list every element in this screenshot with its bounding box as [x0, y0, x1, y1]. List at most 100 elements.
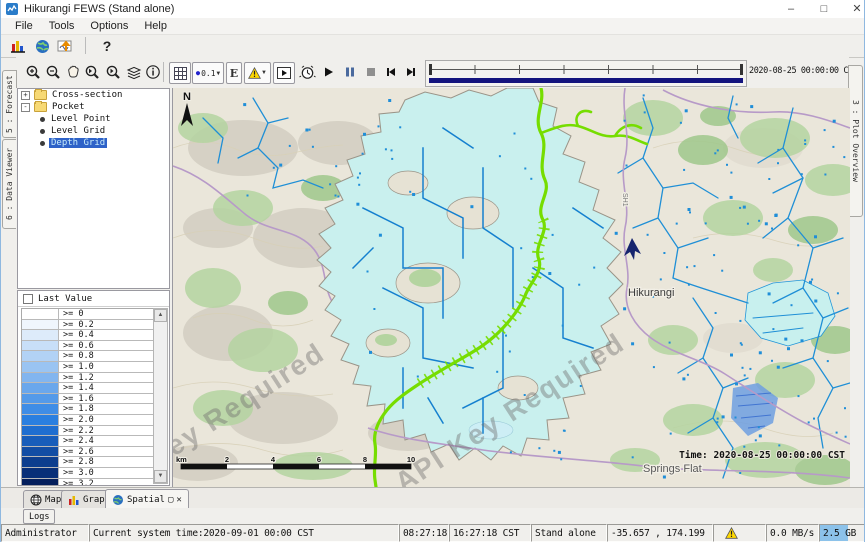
last-value-checkbox[interactable]: [23, 294, 33, 304]
label-display-button[interactable]: E: [226, 62, 242, 84]
contour-interval-dropdown[interactable]: ●0.1▼: [192, 62, 224, 84]
legend-row[interactable]: >= 1.8: [22, 404, 154, 415]
step-forward-button[interactable]: [401, 62, 421, 82]
legend-row[interactable]: >= 0.2: [22, 320, 154, 331]
legend-color-swatch: [22, 351, 59, 361]
tree-item-depth-grid[interactable]: Depth Grid: [18, 137, 169, 149]
stop-button[interactable]: [361, 62, 381, 82]
minimize-button[interactable]: –: [776, 0, 806, 18]
warning-dropdown[interactable]: ▼: [244, 62, 271, 84]
legend-row[interactable]: >= 1.6: [22, 394, 154, 405]
title-bar: Hikurangi FEWS (Stand alone) – □ ✕: [1, 0, 864, 19]
legend-row-label: >= 0: [59, 309, 154, 319]
tree-item-label: Cross-section: [50, 90, 124, 100]
town-label: Hikurangi: [628, 287, 674, 299]
legend-row[interactable]: >= 0.8: [22, 351, 154, 362]
tree-item-cross-section[interactable]: + Cross-section: [18, 89, 169, 101]
scroll-up-icon[interactable]: ▲: [154, 309, 167, 322]
folder-icon: [34, 102, 47, 112]
legend-row[interactable]: >= 2.8: [22, 457, 154, 468]
menu-file[interactable]: File: [7, 20, 41, 32]
legend-row[interactable]: >= 2.2: [22, 426, 154, 437]
legend-table: >= 0>= 0.2>= 0.4>= 0.6>= 0.8>= 1.0>= 1.2…: [21, 308, 154, 485]
wireframe-globe-icon: [30, 494, 42, 506]
legend-row[interactable]: >= 1.0: [22, 362, 154, 373]
play-button[interactable]: [319, 62, 339, 82]
tab-data-viewer[interactable]: 6 : Data Viewer: [2, 139, 17, 229]
close-button[interactable]: ✕: [842, 0, 865, 18]
svg-text:6: 6: [317, 455, 321, 464]
animation-movie-button[interactable]: [273, 62, 295, 84]
timeline-end-handle[interactable]: [740, 64, 743, 75]
database-chart-icon[interactable]: [8, 36, 28, 56]
zoom-out-icon[interactable]: [43, 62, 63, 82]
layer-tree: + Cross-section-PocketLevel PointLevel Gr…: [17, 88, 170, 289]
tree-item-level-grid[interactable]: Level Grid: [18, 125, 169, 137]
tree-item-level-point[interactable]: Level Point: [18, 113, 169, 125]
timeline-slider[interactable]: [425, 60, 747, 87]
zoom-previous-icon[interactable]: [82, 62, 102, 82]
legend-color-swatch: [22, 309, 59, 319]
legend-row[interactable]: >= 2.4: [22, 436, 154, 447]
legend-row[interactable]: >= 3.2: [22, 479, 154, 487]
legend-row-label: >= 2.6: [59, 447, 154, 457]
grid-display-button[interactable]: [169, 62, 191, 84]
legend-color-swatch: [22, 320, 59, 330]
status-coordinates: -35.657 , 174.199: [607, 524, 713, 542]
tree-item-pocket[interactable]: -Pocket: [18, 101, 169, 113]
tab-close-icon[interactable]: ✕: [176, 495, 181, 505]
legend-row[interactable]: >= 0.4: [22, 330, 154, 341]
legend-row-label: >= 0.8: [59, 351, 154, 361]
window-title: Hikurangi FEWS (Stand alone): [24, 3, 174, 15]
pause-button[interactable]: [340, 62, 360, 82]
map-canvas[interactable]: API Key Required API Key Required Hikura…: [172, 88, 850, 487]
tab-spatial[interactable]: Spatial ▢ ✕: [105, 489, 189, 509]
menu-tools[interactable]: Tools: [41, 20, 83, 32]
leaf-bullet-icon: [40, 129, 45, 134]
timeline-start-handle[interactable]: [429, 64, 432, 75]
menu-bar: FileToolsOptionsHelp: [1, 18, 864, 35]
pan-hand-icon[interactable]: [63, 62, 83, 82]
logs-row: Logs: [1, 508, 864, 524]
legend-row[interactable]: >= 3.0: [22, 468, 154, 479]
step-back-button[interactable]: [381, 62, 401, 82]
locality-label: Springs Flat: [643, 463, 702, 475]
logs-button[interactable]: Logs: [23, 509, 55, 524]
timestep-clock-icon[interactable]: [297, 62, 317, 82]
tab-maximize-icon[interactable]: ▢: [168, 495, 173, 505]
folder-icon: [34, 90, 47, 100]
legend-row[interactable]: >= 2.6: [22, 447, 154, 458]
tree-expander-icon[interactable]: +: [21, 91, 30, 100]
legend-scrollbar[interactable]: ▲ ▼: [153, 308, 168, 484]
maximize-button[interactable]: □: [809, 0, 839, 18]
help-button[interactable]: ?: [97, 36, 117, 56]
legend-row[interactable]: >= 2.0: [22, 415, 154, 426]
legend-row[interactable]: >= 1.4: [22, 383, 154, 394]
info-icon[interactable]: [143, 62, 163, 82]
tab-plot-overview[interactable]: 3 : Plot Overview: [848, 65, 863, 217]
legend-row[interactable]: >= 1.2: [22, 373, 154, 384]
globe-icon[interactable]: [32, 36, 52, 56]
status-bandwidth: 0.0 MB/s: [766, 524, 819, 542]
timeseries-icon[interactable]: [56, 36, 76, 56]
menu-help[interactable]: Help: [136, 20, 175, 32]
app-window: Hikurangi FEWS (Stand alone) – □ ✕ FileT…: [0, 0, 865, 542]
legend-color-swatch: [22, 415, 59, 425]
legend-row-label: >= 3.2: [59, 479, 154, 487]
svg-text:8: 8: [363, 455, 367, 464]
zoom-in-icon[interactable]: [23, 62, 43, 82]
legend-row[interactable]: >= 0: [22, 309, 154, 320]
warning-icon: [725, 527, 738, 539]
zoom-next-icon[interactable]: [103, 62, 123, 82]
tree-expander-icon[interactable]: -: [21, 103, 30, 112]
globe-icon: [112, 494, 124, 506]
leaf-bullet-icon: [40, 117, 45, 122]
tab-forecast[interactable]: 5 : Forecast: [2, 70, 17, 138]
layers-icon[interactable]: [124, 62, 144, 82]
left-panel: + Cross-section-PocketLevel PointLevel Gr…: [16, 88, 172, 487]
legend-color-swatch: [22, 383, 59, 393]
scroll-down-icon[interactable]: ▼: [154, 470, 167, 483]
last-value-label: Last Value: [38, 294, 92, 304]
legend-row[interactable]: >= 0.6: [22, 341, 154, 352]
menu-options[interactable]: Options: [82, 20, 136, 32]
